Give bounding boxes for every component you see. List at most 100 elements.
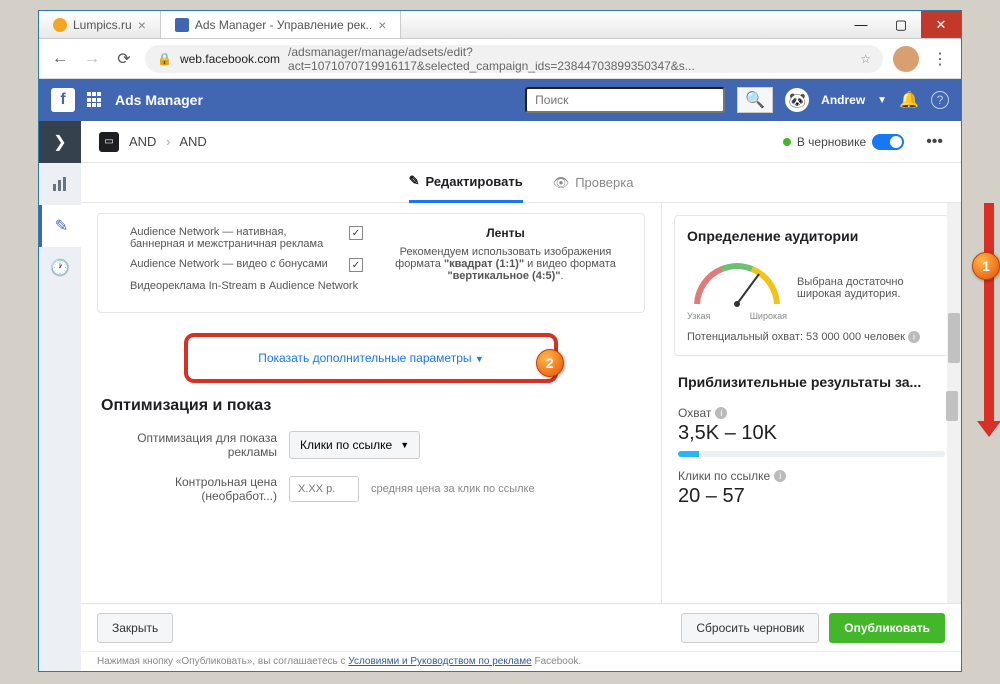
dropdown-value: Клики по ссылке bbox=[300, 438, 392, 452]
tab-review[interactable]: 👁 Проверка bbox=[553, 163, 634, 203]
placements-list: Audience Network — нативная, баннерная и… bbox=[110, 226, 363, 300]
maximize-button[interactable]: ▢ bbox=[881, 11, 921, 38]
tab-label: Проверка bbox=[575, 175, 633, 190]
reload-button[interactable]: ⟳ bbox=[113, 48, 135, 70]
show-more-label: Показать дополнительные параметры bbox=[258, 351, 471, 365]
bookmark-icon[interactable]: ☆ bbox=[860, 52, 871, 66]
left-rail: ❯ ✎ 🕐 bbox=[39, 121, 81, 671]
page-tabs: ✎ Редактировать 👁 Проверка bbox=[81, 163, 961, 203]
publish-button[interactable]: Опубликовать bbox=[829, 613, 945, 643]
annotation-badge-2: 2 bbox=[536, 349, 564, 377]
show-more-wrapper: Показать дополнительные параметры ▼ 2 bbox=[97, 333, 645, 383]
caret-down-icon: ▼ bbox=[475, 354, 484, 364]
control-price-input[interactable] bbox=[289, 476, 359, 502]
status-toggle[interactable] bbox=[872, 134, 904, 150]
search-input[interactable] bbox=[525, 87, 725, 113]
placements-block: Audience Network — нативная, баннерная и… bbox=[97, 213, 645, 313]
notifications-icon[interactable]: 🔔 bbox=[899, 90, 919, 110]
rail-item-chart[interactable] bbox=[39, 163, 81, 205]
metric-value: 3,5K – 10K bbox=[678, 422, 945, 445]
footer-note: Нажимая кнопку «Опубликовать», вы соглаш… bbox=[81, 651, 961, 671]
metric-value: 20 – 57 bbox=[678, 485, 945, 508]
content-row: Audience Network — нативная, баннерная и… bbox=[81, 203, 961, 603]
breadcrumb: AND › AND bbox=[129, 134, 207, 149]
scrollbar-thumb[interactable] bbox=[948, 313, 960, 363]
hint-text: Рекомендуем использовать изображения фор… bbox=[379, 246, 632, 282]
eye-icon: 👁 bbox=[553, 175, 570, 191]
url-path: /adsmanager/manage/adsets/edit?act=10710… bbox=[288, 45, 852, 73]
info-icon[interactable]: i bbox=[774, 470, 786, 482]
tab-edit[interactable]: ✎ Редактировать bbox=[409, 163, 523, 203]
price-hint: средняя цена за клик по ссылке bbox=[371, 483, 535, 495]
fb-header: f Ads Manager 🔍 🐼 Andrew ▼ 🔔 ? bbox=[39, 79, 961, 121]
audience-card: Определение аудитории bbox=[674, 215, 949, 356]
profile-avatar-icon[interactable] bbox=[893, 46, 919, 72]
url-box[interactable]: 🔒 web.facebook.com /adsmanager/manage/ad… bbox=[145, 45, 883, 73]
close-tab-icon[interactable]: × bbox=[138, 17, 146, 33]
form-label: Контрольная цена (необработ...) bbox=[97, 475, 277, 503]
fb-logo-icon[interactable]: f bbox=[51, 88, 75, 112]
rail-item-history[interactable]: 🕐 bbox=[39, 247, 81, 289]
metric-label: Клики по ссылкеi bbox=[678, 469, 945, 483]
optimization-dropdown[interactable]: Клики по ссылке ▼ bbox=[289, 431, 420, 459]
browser-window: Lumpics.ru × Ads Manager - Управление ре… bbox=[38, 10, 962, 672]
placement-option: Audience Network — нативная, баннерная и… bbox=[110, 226, 363, 250]
gauge-row: УзкаяШирокая Выбрана достаточно широкая … bbox=[687, 254, 936, 321]
forward-button[interactable]: → bbox=[81, 48, 103, 70]
status-dot-icon bbox=[783, 138, 791, 146]
rail-collapse-icon[interactable]: ❯ bbox=[39, 121, 81, 163]
placement-label: Видеореклама In-Stream в Audience Networ… bbox=[130, 280, 363, 292]
reset-draft-button[interactable]: Сбросить черновик bbox=[681, 613, 819, 643]
tab-title: Lumpics.ru bbox=[73, 18, 132, 32]
app-title: Ads Manager bbox=[115, 92, 203, 108]
form-row-price: Контрольная цена (необработ...) средняя … bbox=[97, 475, 645, 503]
main-scrollbar-thumb[interactable] bbox=[946, 391, 958, 421]
search-button[interactable]: 🔍 bbox=[737, 87, 773, 113]
clock-icon: 🕐 bbox=[50, 258, 70, 278]
back-button[interactable]: ← bbox=[49, 48, 71, 70]
checkbox[interactable]: ✓ bbox=[349, 258, 363, 272]
browser-tab-2[interactable]: Ads Manager - Управление рек.. × bbox=[161, 11, 402, 38]
rail-item-edit[interactable]: ✎ bbox=[39, 205, 81, 247]
terms-link[interactable]: Условиями и Руководством по рекламе bbox=[348, 656, 531, 667]
sub-header: ▭ AND › AND В черновике ••• bbox=[81, 121, 961, 163]
user-menu-caret-icon[interactable]: ▼ bbox=[877, 95, 887, 106]
breadcrumb-a[interactable]: AND bbox=[129, 134, 156, 149]
draft-label: В черновике bbox=[797, 135, 866, 149]
workspace: ❯ ✎ 🕐 ▭ AND › AND В чернови bbox=[39, 121, 961, 671]
reach-line: Потенциальный охват: 53 000 000 человек … bbox=[687, 331, 936, 343]
placement-option: Audience Network — видео с бонусами ✓ bbox=[110, 258, 363, 272]
checkbox[interactable]: ✓ bbox=[349, 226, 363, 240]
close-tab-icon[interactable]: × bbox=[378, 17, 386, 33]
tab-label: Редактировать bbox=[425, 174, 522, 189]
annotation-arrow bbox=[984, 203, 994, 423]
footer-bar: Закрыть Сбросить черновик Опубликовать bbox=[81, 603, 961, 651]
info-icon[interactable]: i bbox=[908, 331, 920, 343]
help-icon[interactable]: ? bbox=[931, 91, 949, 109]
lock-icon: 🔒 bbox=[157, 52, 172, 66]
chevron-right-icon: › bbox=[166, 134, 170, 149]
placement-label: Audience Network — видео с бонусами bbox=[130, 258, 341, 270]
results-card: Приблизительные результаты за... Охватi … bbox=[674, 370, 949, 518]
account-avatar-icon[interactable]: 🐼 bbox=[785, 88, 809, 112]
browser-tab-1[interactable]: Lumpics.ru × bbox=[39, 11, 161, 38]
gauge-icon bbox=[687, 254, 787, 309]
pencil-icon: ✎ bbox=[409, 173, 420, 189]
show-more-button[interactable]: Показать дополнительные параметры ▼ 2 bbox=[184, 333, 558, 383]
close-button[interactable]: Закрыть bbox=[97, 613, 173, 643]
info-icon[interactable]: i bbox=[715, 407, 727, 419]
breadcrumb-b: AND bbox=[179, 134, 206, 149]
center-pane: Audience Network — нативная, баннерная и… bbox=[81, 203, 661, 603]
apps-grid-icon[interactable] bbox=[87, 92, 103, 108]
titlebar: Lumpics.ru × Ads Manager - Управление ре… bbox=[39, 11, 961, 39]
minimize-button[interactable]: — bbox=[841, 11, 881, 38]
address-bar: ← → ⟳ 🔒 web.facebook.com /adsmanager/man… bbox=[39, 39, 961, 79]
browser-menu-icon[interactable]: ⋮ bbox=[929, 48, 951, 70]
progress-fill bbox=[678, 451, 699, 457]
close-window-button[interactable]: ✕ bbox=[921, 11, 961, 38]
more-menu-icon[interactable]: ••• bbox=[926, 133, 943, 151]
tab-title: Ads Manager - Управление рек.. bbox=[195, 18, 372, 32]
gauge-labels: УзкаяШирокая bbox=[687, 311, 787, 321]
right-pane: Определение аудитории bbox=[661, 203, 961, 603]
favicon-icon bbox=[53, 18, 67, 32]
